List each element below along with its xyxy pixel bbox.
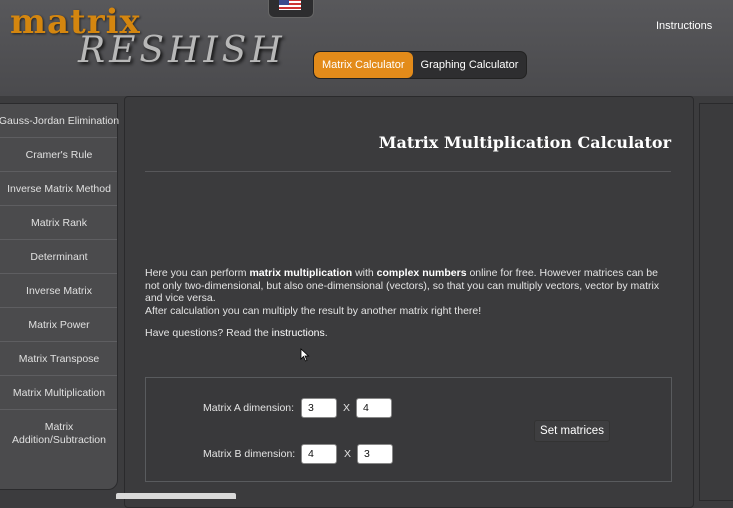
matrix-a-cols-input[interactable]: 4: [356, 398, 392, 418]
sidebar-item-matrix-rank[interactable]: Matrix Rank: [0, 206, 117, 240]
description-paragraph-2: After calculation you can multiply the r…: [145, 304, 482, 317]
language-selector[interactable]: [268, 0, 314, 18]
times-symbol: X: [343, 402, 351, 414]
matrix-b-dimension-label: Matrix B dimension:: [203, 448, 296, 460]
set-matrices-button[interactable]: Set matrices: [534, 420, 610, 442]
instructions-inline-link[interactable]: instructions: [272, 327, 325, 339]
page-title: Matrix Multiplication Calculator: [378, 133, 671, 152]
description-paragraph: Here you can perform matrix multiplicati…: [145, 267, 670, 305]
main-content: Matrix Multiplication Calculator Here yo…: [124, 96, 694, 508]
sidebar-item-determinant[interactable]: Determinant: [0, 240, 117, 274]
site-header: matrix RESHISH Instructions Matrix Calcu…: [0, 0, 733, 96]
tab-matrix-calculator[interactable]: Matrix Calculator: [314, 52, 413, 78]
sidebar-item-matrix-multiplication[interactable]: Matrix Multiplication: [0, 376, 117, 410]
desc-text-2: with: [352, 267, 377, 279]
desc-matrix-multiplication-bold: matrix multiplication: [249, 267, 353, 279]
sidebar: Gauss-Jordan Elimination Cramer's Rule I…: [0, 103, 119, 490]
right-panel: [699, 103, 733, 501]
complex-numbers-link[interactable]: complex numbers: [377, 267, 467, 279]
matrix-a-dimension-label: Matrix A dimension:: [203, 402, 295, 414]
bottom-scroll-tab[interactable]: [116, 493, 236, 499]
description: Here you can perform matrix multiplicati…: [145, 267, 670, 340]
matrix-b-rows-input[interactable]: 4: [301, 444, 337, 464]
logo-reshish-text[interactable]: RESHISH: [78, 30, 286, 71]
matrix-b-cols-input[interactable]: 3: [357, 444, 393, 464]
question-text: Have questions? Read the: [145, 327, 272, 339]
sidebar-item-inverse-matrix[interactable]: Inverse Matrix: [0, 274, 117, 308]
desc-text-1: Here you can perform: [145, 267, 250, 279]
tab-graphing-calculator[interactable]: Graphing Calculator: [413, 52, 527, 78]
sidebar-item-matrix-addition-subtraction[interactable]: Matrix Addition/Subtraction: [0, 410, 117, 458]
times-symbol: X: [344, 448, 352, 460]
sidebar-item-matrix-power[interactable]: Matrix Power: [0, 308, 117, 342]
questions-line: Have questions? Read the instructions.: [145, 327, 670, 340]
sidebar-item-matrix-transpose[interactable]: Matrix Transpose: [0, 342, 117, 376]
us-flag-icon: [279, 0, 301, 10]
matrix-a-rows-input[interactable]: 3: [301, 398, 337, 418]
matrix-dimension-panel: Matrix A dimension: 3 X 4 Matrix B dimen…: [145, 377, 672, 482]
sidebar-item-cramers-rule[interactable]: Cramer's Rule: [0, 138, 117, 172]
title-divider: [145, 171, 671, 172]
question-period: .: [324, 327, 328, 339]
sidebar-item-inverse-matrix-method[interactable]: Inverse Matrix Method: [0, 172, 117, 206]
sidebar-item-gauss-jordan[interactable]: Gauss-Jordan Elimination: [0, 104, 119, 138]
instructions-link[interactable]: Instructions: [656, 20, 712, 32]
calculator-tabs: Matrix Calculator Graphing Calculator: [313, 51, 528, 79]
